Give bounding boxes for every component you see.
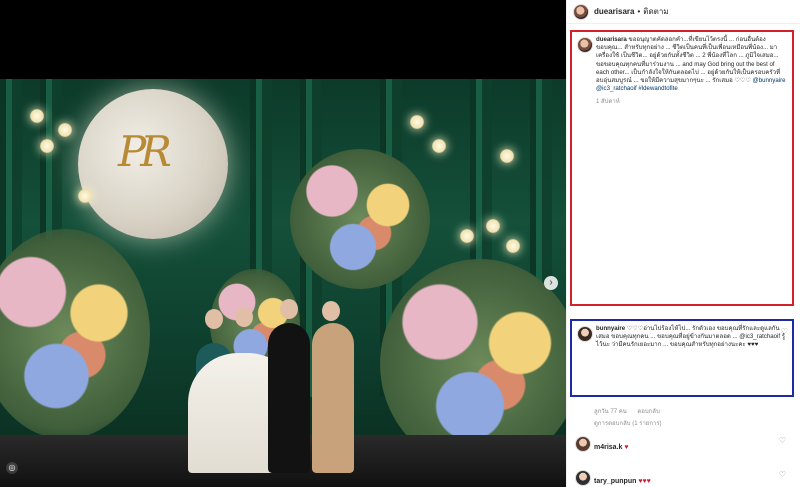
caption-time: 1 สัปดาห์ <box>596 99 620 106</box>
view-replies-link[interactable]: ดูการตอบกลับ (1 รายการ) <box>594 421 662 427</box>
person-head <box>235 307 253 327</box>
avatar[interactable] <box>577 326 593 342</box>
caption-text: duearisara ขออนุญาตคัดลอกคำ...ที่เขียนไว… <box>596 36 786 93</box>
comment-row: m4risa.k ♥ ♡ <box>570 436 794 456</box>
view-replies[interactable]: ดูการตอบกลับ (1 รายการ) <box>570 412 794 430</box>
person <box>312 323 354 473</box>
follow-button[interactable]: ติดตาม <box>643 5 668 18</box>
lamp <box>500 149 514 163</box>
heart-icon[interactable]: ♡ <box>779 436 786 445</box>
lamp <box>40 139 54 153</box>
comment-row: tary_punpun ♥♥♥ ♡ <box>570 470 794 486</box>
wedding-photo: PR <box>0 79 566 487</box>
groom <box>268 323 310 473</box>
lamp <box>460 229 474 243</box>
person-head <box>322 301 340 321</box>
lamp <box>58 123 72 137</box>
reels-icon[interactable]: ◎ <box>6 462 18 474</box>
reply-text: bunnyaire ♡♡♡อ่านไปร้องไห้ไป... รักตัวเอ… <box>596 325 786 350</box>
comment-username[interactable]: m4risa.k <box>594 444 622 451</box>
flower-arrangement <box>0 229 150 439</box>
post-header: duearisara • ติดตาม <box>567 0 800 24</box>
avatar[interactable] <box>577 37 593 53</box>
person-head <box>280 299 298 319</box>
monogram-logo: PR <box>118 127 172 176</box>
avatar[interactable] <box>575 470 591 486</box>
reply-comment: bunnyaire ♡♡♡อ่านไปร้องไห้ไป... รักตัวเอ… <box>570 319 794 397</box>
caption-username[interactable]: duearisara <box>596 36 627 43</box>
lamp <box>506 239 520 253</box>
post-image-area: PR › ◎ <box>0 0 566 487</box>
avatar[interactable] <box>575 436 591 452</box>
avatar[interactable] <box>573 3 589 20</box>
caption-comment: duearisara ขออนุญาตคัดลอกคำ...ที่เขียนไว… <box>570 30 794 306</box>
heart-icon[interactable]: ♡ <box>781 327 788 336</box>
flower-arrangement <box>290 149 430 289</box>
lamp <box>78 189 92 203</box>
separator-dot: • <box>637 7 641 16</box>
lamp <box>410 115 424 129</box>
author-username[interactable]: duearisara <box>594 7 634 16</box>
lamp <box>432 139 446 153</box>
reply-body: ♡♡♡อ่านไปร้องไห้ไป... รักตัวเอง ขอบคุณที… <box>596 325 786 349</box>
comment-username[interactable]: tary_punpun <box>594 478 636 485</box>
person-head <box>205 309 223 329</box>
lamp <box>30 109 44 123</box>
lamp <box>486 219 500 233</box>
comment-text: ♥ <box>624 444 629 451</box>
chevron-right-icon[interactable]: › <box>544 276 558 290</box>
heart-icon[interactable]: ♡ <box>779 470 786 479</box>
comment-text: ♥♥♥ <box>638 478 651 485</box>
reply-username[interactable]: bunnyaire <box>596 325 625 332</box>
